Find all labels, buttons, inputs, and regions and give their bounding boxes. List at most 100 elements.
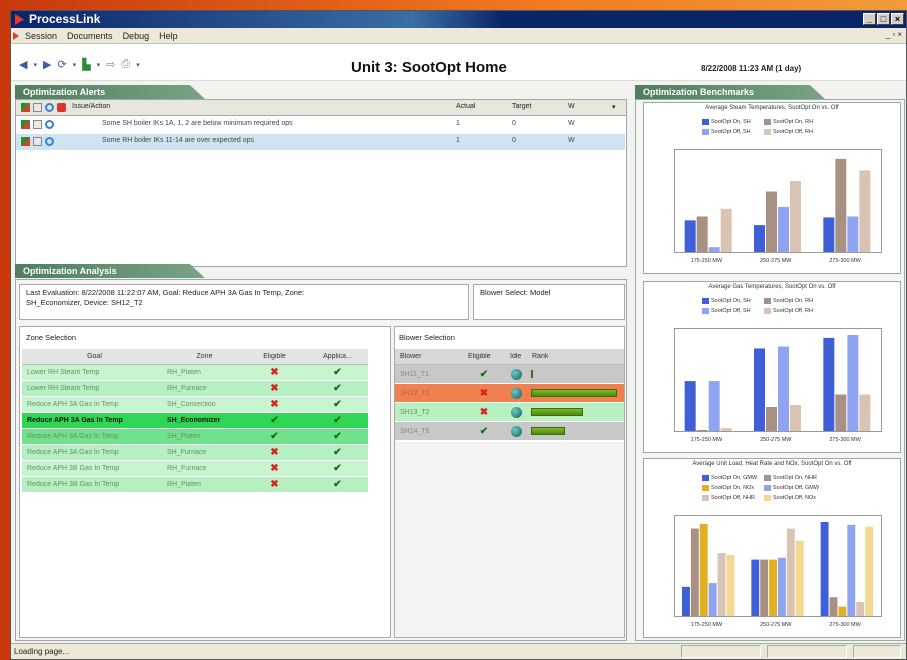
check-icon: ✔ [333, 447, 342, 458]
legend-swatch [702, 485, 709, 491]
check-icon: ✔ [333, 463, 342, 474]
alert-row[interactable]: Some SH boiler IKs 1A, 1, 2 are below mi… [16, 117, 625, 133]
back-arrow-icon[interactable]: ◀ [19, 58, 27, 71]
col-blower-eligible[interactable]: Eligible [463, 353, 505, 360]
dropdown-arrow-icon[interactable]: ▾ [73, 61, 77, 69]
dropdown-arrow-icon[interactable]: ▾ [33, 61, 37, 69]
mdi-restore-button[interactable]: ▫ [892, 30, 895, 39]
chart-icon[interactable]: ▙ [82, 58, 90, 71]
blower-row[interactable]: SH12_T2 ✖ [395, 384, 624, 403]
zone-name: RH_Platen [167, 369, 201, 376]
zone-row[interactable]: Reduce APH 3B Gas In Temp RH_Platen ✖ ✔ [22, 477, 368, 493]
col-blower[interactable]: Blower [395, 353, 463, 360]
col-zone[interactable]: Zone [162, 353, 242, 360]
zone-row[interactable]: Reduce APH 3A Gas In Temp SH_Platen ✔ ✔ [22, 429, 368, 445]
print-icon[interactable]: ⎙ [121, 58, 130, 71]
zone-row[interactable]: Lower RH Steam Temp RH_Platen ✖ ✔ [22, 365, 368, 381]
analysis-header: Optimization Analysis [15, 264, 205, 278]
status-dot-icon [510, 406, 522, 418]
legend-item: SootOpt Off, SH [702, 308, 751, 314]
document-icon[interactable] [33, 137, 42, 146]
col-target[interactable]: Target [512, 103, 531, 110]
x-tick-label: 275-300 MW [829, 622, 861, 628]
col-actual[interactable]: Actual [456, 103, 475, 110]
magnifier-icon[interactable] [45, 137, 54, 146]
chart-bar [690, 528, 699, 616]
menu-debug[interactable]: Debug [123, 31, 150, 41]
col-rank[interactable]: Rank [527, 353, 617, 360]
x-icon: ✖ [270, 383, 279, 394]
blower-name: SH14_T6 [400, 427, 430, 435]
alert-row[interactable]: Some RH boiler IKs 11-14 are over expect… [16, 134, 625, 150]
zone-row[interactable]: Reduce APH 3B Gas In Temp RH_Furnace ✖ ✔ [22, 461, 368, 477]
alert-w: W [568, 137, 575, 144]
evaluation-text: Last Evaluation: 8/22/2008 11:22:07 AM, … [26, 288, 305, 297]
refresh-icon[interactable]: ⟳ [57, 58, 66, 71]
chart-bar [847, 335, 859, 431]
menu-session[interactable]: Session [25, 31, 57, 41]
close-button[interactable]: × [891, 13, 904, 25]
legend-item: SootOpt Off, RH [764, 129, 813, 135]
people-icon[interactable] [21, 103, 30, 112]
x-icon: ✖ [270, 447, 279, 458]
mdi-close-button[interactable]: × [897, 30, 902, 39]
col-issue[interactable]: Issue/Action [72, 103, 110, 110]
chart-plot [674, 149, 882, 253]
check-icon: ✔ [270, 431, 279, 442]
chart-plot [674, 515, 882, 617]
zone-name: RH_Platen [167, 481, 201, 488]
legend-item: SootOpt Off, GMW [764, 485, 819, 491]
document-icon[interactable] [33, 103, 42, 112]
zone-goal: Lower RH Steam Temp [27, 369, 100, 376]
chart-bar [684, 220, 696, 252]
x-tick-label: 175-250 MW [690, 258, 723, 264]
magnifier-icon[interactable] [45, 120, 54, 129]
document-icon[interactable] [33, 120, 42, 129]
col-goal[interactable]: Goal [22, 353, 162, 360]
chart-bar [754, 225, 765, 252]
idle-status-icon [505, 425, 527, 437]
blower-row[interactable]: SH13_T2 ✖ [395, 403, 624, 422]
col-w[interactable]: W [568, 103, 575, 110]
people-icon[interactable] [21, 120, 30, 129]
zone-goal: Reduce APH 3A Gas In Temp [27, 449, 119, 456]
zone-row[interactable]: Reduce APH 3A Gas In Temp SH_Furnace ✖ ✔ [22, 445, 368, 461]
x-tick-label: 275-300 MW [829, 258, 861, 264]
col-idle[interactable]: Idle [505, 353, 527, 360]
x-icon: ✖ [270, 479, 279, 490]
nav-icons: ◀ ▾ ▶ ⟳ ▾ ▙ ▾ ⇨ ⎙ ▾ [19, 58, 140, 71]
minimize-button[interactable]: _ [863, 13, 876, 25]
menu-documents[interactable]: Documents [67, 31, 113, 41]
chart-bar [699, 523, 708, 616]
people-icon[interactable] [21, 137, 30, 146]
zone-row[interactable]: Lower RH Steam Temp RH_Furnace ✖ ✔ [22, 381, 368, 397]
dropdown-arrow-icon[interactable]: ▾ [136, 61, 140, 69]
blower-row[interactable]: SH14_T6 ✔ [395, 422, 624, 441]
title-bar[interactable]: ProcessLink _ □ × [11, 11, 906, 28]
maximize-button[interactable]: □ [877, 13, 890, 25]
dropdown-arrow-icon[interactable]: ▾ [97, 61, 101, 69]
magnifier-icon[interactable] [45, 103, 54, 112]
legend-label: SootOpt Off, GMW [773, 485, 820, 491]
app-window: ProcessLink _ □ × Session Documents Debu… [10, 10, 907, 660]
col-eligible[interactable]: Eligible [242, 353, 302, 360]
mdi-minimize-button[interactable]: _ [886, 30, 890, 39]
datetime-display: 8/22/2008 11:23 AM (1 day) [701, 64, 802, 73]
menu-help[interactable]: Help [159, 31, 178, 41]
col-applicable[interactable]: Applica... [302, 353, 368, 360]
zone-row[interactable]: Reduce APH 3A Gas In Temp SH_Economizer ✔ ✔ [22, 413, 368, 429]
chart-bar [795, 540, 804, 616]
forward-arrow-icon[interactable]: ▶ [43, 58, 51, 71]
blower-select-label: Blower Select: Model [480, 288, 551, 297]
column-menu-icon[interactable]: ▾ [612, 103, 616, 111]
chart-bar [823, 217, 835, 252]
legend-swatch [764, 485, 771, 491]
export-icon[interactable]: ⇨ [106, 58, 115, 71]
blower-selection-title: Blower Selection [399, 333, 455, 342]
blower-name: SH12_T2 [400, 389, 430, 397]
refresh-red-icon[interactable] [57, 103, 66, 112]
status-dot-icon [510, 368, 522, 380]
x-tick-label: 175-250 MW [690, 622, 723, 628]
zone-row[interactable]: Reduce APH 3A Gas In Temp SH_Convection ✖ ✔ [22, 397, 368, 413]
blower-row[interactable]: SH11_T1 ✔ [395, 365, 624, 384]
